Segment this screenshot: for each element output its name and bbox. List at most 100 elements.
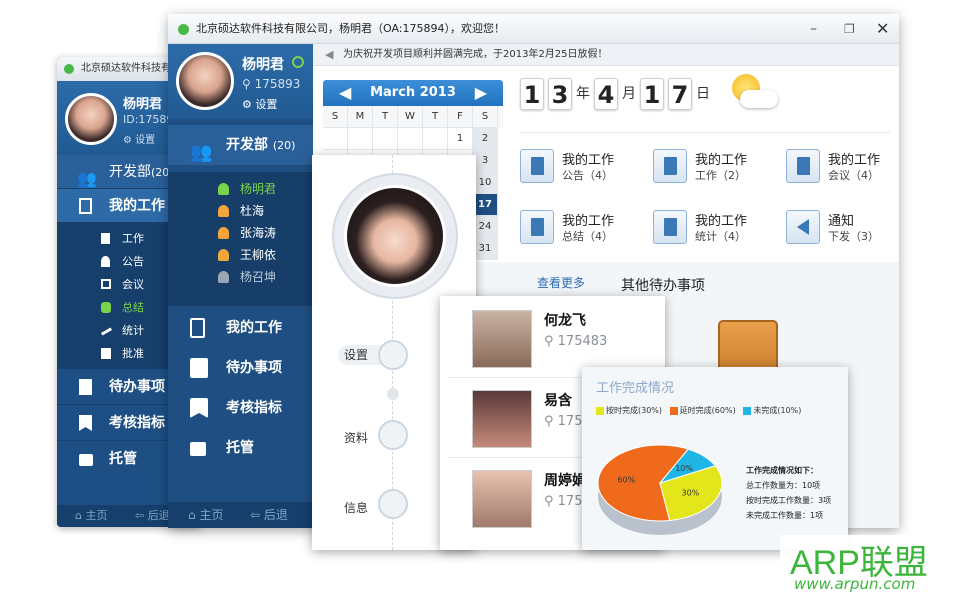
book-icon <box>653 149 687 183</box>
contact-item[interactable]: 王柳依 <box>168 244 313 266</box>
weekday: F <box>448 106 473 128</box>
work-sub: 工作（2） <box>695 169 746 182</box>
avatar[interactable] <box>176 52 234 110</box>
sub-item-label: 会议 <box>122 278 144 291</box>
work-sub: 公告（4） <box>562 169 613 182</box>
avatar[interactable] <box>65 93 117 145</box>
summary-icon <box>101 302 111 313</box>
day-cell[interactable]: 2 <box>473 128 498 150</box>
contact-item[interactable]: 张海涛 <box>168 222 313 244</box>
user-icon <box>218 249 229 261</box>
next-month-icon[interactable]: ▶ <box>475 80 487 106</box>
user-info-icon[interactable] <box>378 489 408 519</box>
menu-kpi[interactable]: 考核指标 <box>168 388 313 428</box>
menu-my-work[interactable]: 我的工作 <box>168 308 313 348</box>
calendar-weekdays: S M T W T F S <box>323 106 503 128</box>
menu-label: 考核指标 <box>109 415 165 431</box>
calendar-month: March 2013 <box>370 85 456 100</box>
legend-item: 延时完成(60%) <box>669 406 736 415</box>
dept-item[interactable]: 👥 开发部 (20) <box>168 125 313 165</box>
person-photo <box>472 470 532 528</box>
contact-item[interactable]: 杨明君 <box>168 178 313 200</box>
day-cell[interactable]: 31 <box>473 238 498 260</box>
work-item-summary[interactable]: 我的工作 总结（4） <box>520 206 645 251</box>
day-cell[interactable]: 24 <box>473 216 498 238</box>
dept-label: 开发部 <box>226 137 268 153</box>
notice-text: 为庆祝开发项目顺利并圆满完成，于2013年2月25日放假！ <box>343 49 608 60</box>
settings-gear-icon[interactable] <box>378 340 408 370</box>
lock-icon <box>79 454 93 466</box>
summary-title: 工作完成情况如下： <box>746 466 818 475</box>
speaker-icon: ◀ <box>325 48 334 61</box>
legend-label: 按时完成(30%) <box>606 406 663 415</box>
close-icon[interactable]: ✕ <box>876 14 889 44</box>
bookmark-icon <box>190 398 208 418</box>
contact-name: 杨明君 <box>240 182 277 196</box>
calendar-header: ◀ March 2013 ▶ <box>323 80 503 106</box>
pie-slice-label: 30% <box>681 488 699 497</box>
work-item-notice[interactable]: 我的工作 公告（4） <box>520 145 645 190</box>
person-id-row: ⚲ 175 <box>544 414 583 429</box>
settings-link[interactable]: ⚙ 设置 <box>242 96 277 112</box>
work-title: 我的工作 <box>562 214 615 229</box>
see-more-link[interactable]: 查看更多 <box>537 274 585 291</box>
person-id: 175 <box>557 494 583 509</box>
weekday: T <box>423 106 448 128</box>
menu-label: 托管 <box>226 440 254 456</box>
weekday: T <box>373 106 398 128</box>
id-card-icon[interactable] <box>378 420 408 450</box>
date-digit: 1 <box>640 78 664 110</box>
person-name: 何龙飞 <box>544 313 586 329</box>
menu-todo[interactable]: 待办事项 <box>168 348 313 388</box>
day-cell-today[interactable]: 17 <box>473 194 498 216</box>
back-link[interactable]: ⇦ 后退 <box>250 502 288 528</box>
contact-item[interactable]: 杨召坤 <box>168 266 313 288</box>
work-sub: 下发（3） <box>828 230 879 243</box>
sub-item-label: 总结 <box>122 301 144 314</box>
work-item-notify[interactable]: 通知 下发（3） <box>786 206 911 251</box>
sub-item-label: 批准 <box>122 347 144 360</box>
summary-line: 总工作数量为：10项 <box>746 481 821 490</box>
pie-slice-label: 10% <box>675 464 693 473</box>
profile-photo[interactable] <box>344 185 446 287</box>
other-tasks-heading: 其他待办事项 <box>621 278 705 294</box>
book-icon <box>520 149 554 183</box>
home-link[interactable]: ⌂ 主页 <box>188 502 223 528</box>
contact-name: 王柳依 <box>240 248 277 262</box>
date-digit: 1 <box>520 78 544 110</box>
summary-line: 未完成工作数量：1项 <box>746 511 824 520</box>
prev-month-icon[interactable]: ◀ <box>339 80 351 106</box>
minimize-icon[interactable]: – <box>810 14 817 44</box>
cloud-shape <box>740 90 778 108</box>
person-id: 175483 <box>557 334 608 349</box>
weekday: W <box>398 106 423 128</box>
work-item-meeting[interactable]: 我的工作 会议（4） <box>786 145 911 190</box>
day-cell[interactable]: 3 <box>473 150 498 172</box>
day-cell[interactable]: 1 <box>448 128 473 150</box>
speaker-icon <box>786 210 820 244</box>
day-cell[interactable]: 10 <box>473 172 498 194</box>
work-item-work[interactable]: 我的工作 工作（2） <box>653 145 778 190</box>
contact-item[interactable]: 杜海 <box>168 200 313 222</box>
back-link[interactable]: ⇦ 后退 <box>135 505 170 527</box>
day-cell <box>348 128 373 150</box>
restore-icon[interactable]: ❐ <box>844 14 855 44</box>
settings-link[interactable]: ⚙ 设置 <box>123 131 155 146</box>
legend-swatch <box>669 406 678 415</box>
home-link[interactable]: ⌂ 主页 <box>75 505 107 527</box>
sub-item-label: 工作 <box>122 232 144 245</box>
timeline-dot <box>387 388 399 400</box>
bookmark-icon <box>79 415 92 431</box>
user-name: 杨明君 <box>123 97 163 112</box>
avatar-frame <box>332 173 458 299</box>
day-cell <box>373 128 398 150</box>
title-bar: 北京硕达软件科技有限公司，杨明君（OA:175894），欢迎您！ – ❐ ✕ <box>168 14 899 44</box>
weekday: M <box>348 106 373 128</box>
menu-hosting[interactable]: 托管 <box>168 428 313 468</box>
summary-line: 按时完成工作数量：3项 <box>746 496 832 505</box>
message-label: 信息 <box>344 501 369 515</box>
menu-label: 我的工作 <box>226 320 282 336</box>
work-item-stats[interactable]: 我的工作 统计（4） <box>653 206 778 251</box>
settings-label: 设置 <box>344 348 369 362</box>
day-cell <box>398 128 423 150</box>
